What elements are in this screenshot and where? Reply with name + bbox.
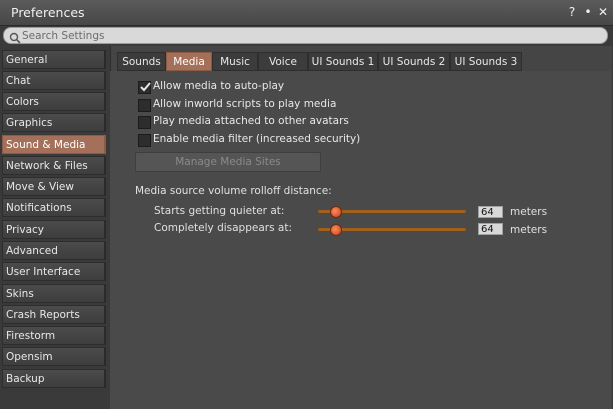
tab-ui-sounds-1[interactable]: UI Sounds 1 — [308, 52, 378, 71]
sidebar-item-crash-reports[interactable]: Crash Reports — [2, 305, 106, 324]
search-bar — [3, 27, 608, 44]
sidebar-item-colors[interactable]: Colors — [2, 92, 106, 111]
media-filter-label: Enable media filter (increased security) — [153, 133, 361, 145]
sidebar-item-user-interface[interactable]: User Interface — [2, 262, 106, 281]
attached-media-label: Play media attached to other avatars — [153, 115, 349, 127]
minimize-button[interactable]: • — [581, 4, 595, 20]
autoplay-checkbox[interactable] — [138, 81, 151, 94]
attached-media-checkbox[interactable] — [138, 116, 151, 129]
tab-sounds[interactable]: Sounds — [117, 52, 166, 71]
sidebar-item-skins[interactable]: Skins — [2, 284, 106, 303]
sidebar-item-graphics[interactable]: Graphics — [2, 113, 106, 132]
sidebar-item-backup[interactable]: Backup — [2, 369, 106, 388]
close-button[interactable]: ✕ — [596, 4, 610, 20]
tab-media[interactable]: Media — [166, 52, 212, 71]
sidebar-item-sound-media[interactable]: Sound & Media — [2, 135, 106, 154]
inworld-scripts-checkbox[interactable] — [138, 99, 151, 112]
sidebar-item-network-files[interactable]: Network & Files — [2, 156, 106, 175]
manage-media-sites-button: Manage Media Sites — [135, 152, 321, 172]
window-title: Preferences — [11, 5, 85, 20]
autoplay-label: Allow media to auto-play — [153, 80, 285, 92]
quieter-unit: meters — [510, 206, 548, 218]
tab-voice[interactable]: Voice — [258, 52, 308, 71]
quieter-label: Starts getting quieter at: — [154, 205, 285, 217]
disappears-unit: meters — [510, 224, 548, 236]
rolloff-section-label: Media source volume rolloff distance: — [135, 185, 332, 197]
media-filter-checkbox[interactable] — [138, 134, 151, 147]
checkmark-icon — [140, 82, 151, 92]
sidebar-item-general[interactable]: General — [2, 50, 106, 69]
search-input[interactable] — [22, 28, 592, 43]
sidebar-item-opensim[interactable]: Opensim — [2, 347, 106, 366]
sidebar-item-privacy[interactable]: Privacy — [2, 220, 106, 239]
help-button[interactable]: ? — [565, 4, 579, 20]
sidebar-item-move-view[interactable]: Move & View — [2, 177, 106, 196]
search-icon — [9, 29, 21, 44]
tab-music[interactable]: Music — [212, 52, 258, 71]
quieter-slider-thumb[interactable] — [330, 206, 342, 218]
sidebar-item-firestorm[interactable]: Firestorm — [2, 326, 106, 345]
disappears-value-field[interactable]: 64 — [478, 223, 503, 235]
tab-ui-sounds-2[interactable]: UI Sounds 2 — [378, 52, 450, 71]
disappears-label: Completely disappears at: — [154, 222, 292, 234]
sidebar-item-notifications[interactable]: Notifications — [2, 198, 106, 217]
tab-ui-sounds-3[interactable]: UI Sounds 3 — [450, 52, 522, 71]
disappears-slider-thumb[interactable] — [330, 224, 342, 236]
sidebar-item-chat[interactable]: Chat — [2, 71, 106, 90]
sidebar-item-advanced[interactable]: Advanced — [2, 241, 106, 260]
quieter-value-field[interactable]: 64 — [478, 206, 503, 218]
title-bar: Preferences ? • ✕ — [0, 0, 613, 26]
inworld-scripts-label: Allow inworld scripts to play media — [153, 98, 337, 110]
